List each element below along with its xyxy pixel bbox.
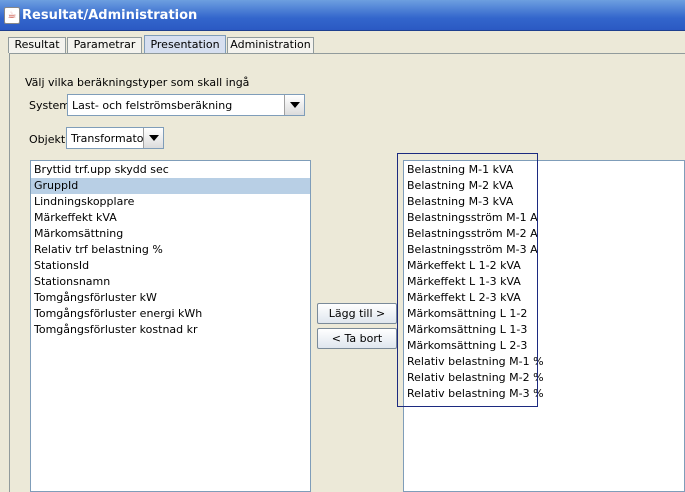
window-title: Resultat/Administration — [22, 8, 198, 23]
list-item[interactable]: Tomgångsförluster kostnad kr — [31, 322, 310, 338]
tab-parametrar[interactable]: Parametrar — [67, 37, 142, 53]
system-select-value: Last- och felströmsberäkning — [72, 99, 233, 112]
list-item[interactable]: Lindningskopplare — [31, 194, 310, 210]
list-item[interactable]: GruppId — [31, 178, 310, 194]
list-item[interactable]: Märkeffekt kVA — [31, 210, 310, 226]
list-item[interactable]: Belastning M-2 kVA — [404, 178, 684, 194]
list-item[interactable]: Belastning M-1 kVA — [404, 162, 684, 178]
list-item[interactable]: Märkomsättning — [31, 226, 310, 242]
system-label: System — [29, 99, 71, 112]
list-item[interactable]: Belastningsström M-2 A — [404, 226, 684, 242]
remove-button[interactable]: < Ta bort — [317, 328, 397, 349]
chevron-down-icon[interactable] — [143, 128, 163, 148]
list-item[interactable]: Relativ belastning M-2 % — [404, 370, 684, 386]
list-item[interactable]: Belastningsström M-3 A — [404, 242, 684, 258]
list-item[interactable]: Märkeffekt L 2-3 kVA — [404, 290, 684, 306]
tab-strip: Resultat Parametrar Presentation Adminis… — [0, 31, 685, 54]
list-item[interactable]: Märkomsättning L 2-3 — [404, 338, 684, 354]
java-cup-icon: ☕ — [4, 7, 20, 24]
title-bar[interactable]: ☕ Resultat/Administration — [0, 0, 685, 31]
system-select[interactable]: Last- och felströmsberäkning — [67, 94, 305, 116]
add-button[interactable]: Lägg till > — [317, 303, 397, 324]
chevron-down-icon[interactable] — [284, 95, 304, 115]
tab-presentation[interactable]: Presentation — [144, 35, 226, 54]
tab-resultat[interactable]: Resultat — [8, 37, 66, 53]
instructions-label: Välj vilka beräkningstyper som skall ing… — [25, 76, 250, 89]
available-fields-list[interactable]: Bryttid trf.upp skydd sec GruppId Lindni… — [30, 160, 311, 492]
list-item[interactable]: Tomgångsförluster energi kWh — [31, 306, 310, 322]
list-item[interactable]: Belastningsström M-1 A — [404, 210, 684, 226]
list-item[interactable]: StationsId — [31, 258, 310, 274]
list-item[interactable]: Relativ belastning M-3 % — [404, 386, 684, 402]
objekt-label: Objekt — [29, 133, 66, 146]
objekt-select[interactable]: Transformator — [66, 127, 164, 149]
tab-administration[interactable]: Administration — [227, 37, 314, 53]
list-item[interactable]: Bryttid trf.upp skydd sec — [31, 162, 310, 178]
list-item[interactable]: Märkomsättning L 1-2 — [404, 306, 684, 322]
objekt-select-value: Transformator — [71, 132, 149, 145]
list-item[interactable]: Relativ belastning M-1 % — [404, 354, 684, 370]
list-item[interactable]: Tomgångsförluster kW — [31, 290, 310, 306]
list-item[interactable]: Märkomsättning L 1-3 — [404, 322, 684, 338]
list-item[interactable]: Märkeffekt L 1-2 kVA — [404, 258, 684, 274]
list-item[interactable]: Relativ trf belastning % — [31, 242, 310, 258]
chosen-fields-list[interactable]: Belastning M-1 kVA Belastning M-2 kVA Be… — [403, 160, 685, 492]
list-item[interactable]: Belastning M-3 kVA — [404, 194, 684, 210]
list-item[interactable]: Stationsnamn — [31, 274, 310, 290]
list-item[interactable]: Märkeffekt L 1-3 kVA — [404, 274, 684, 290]
